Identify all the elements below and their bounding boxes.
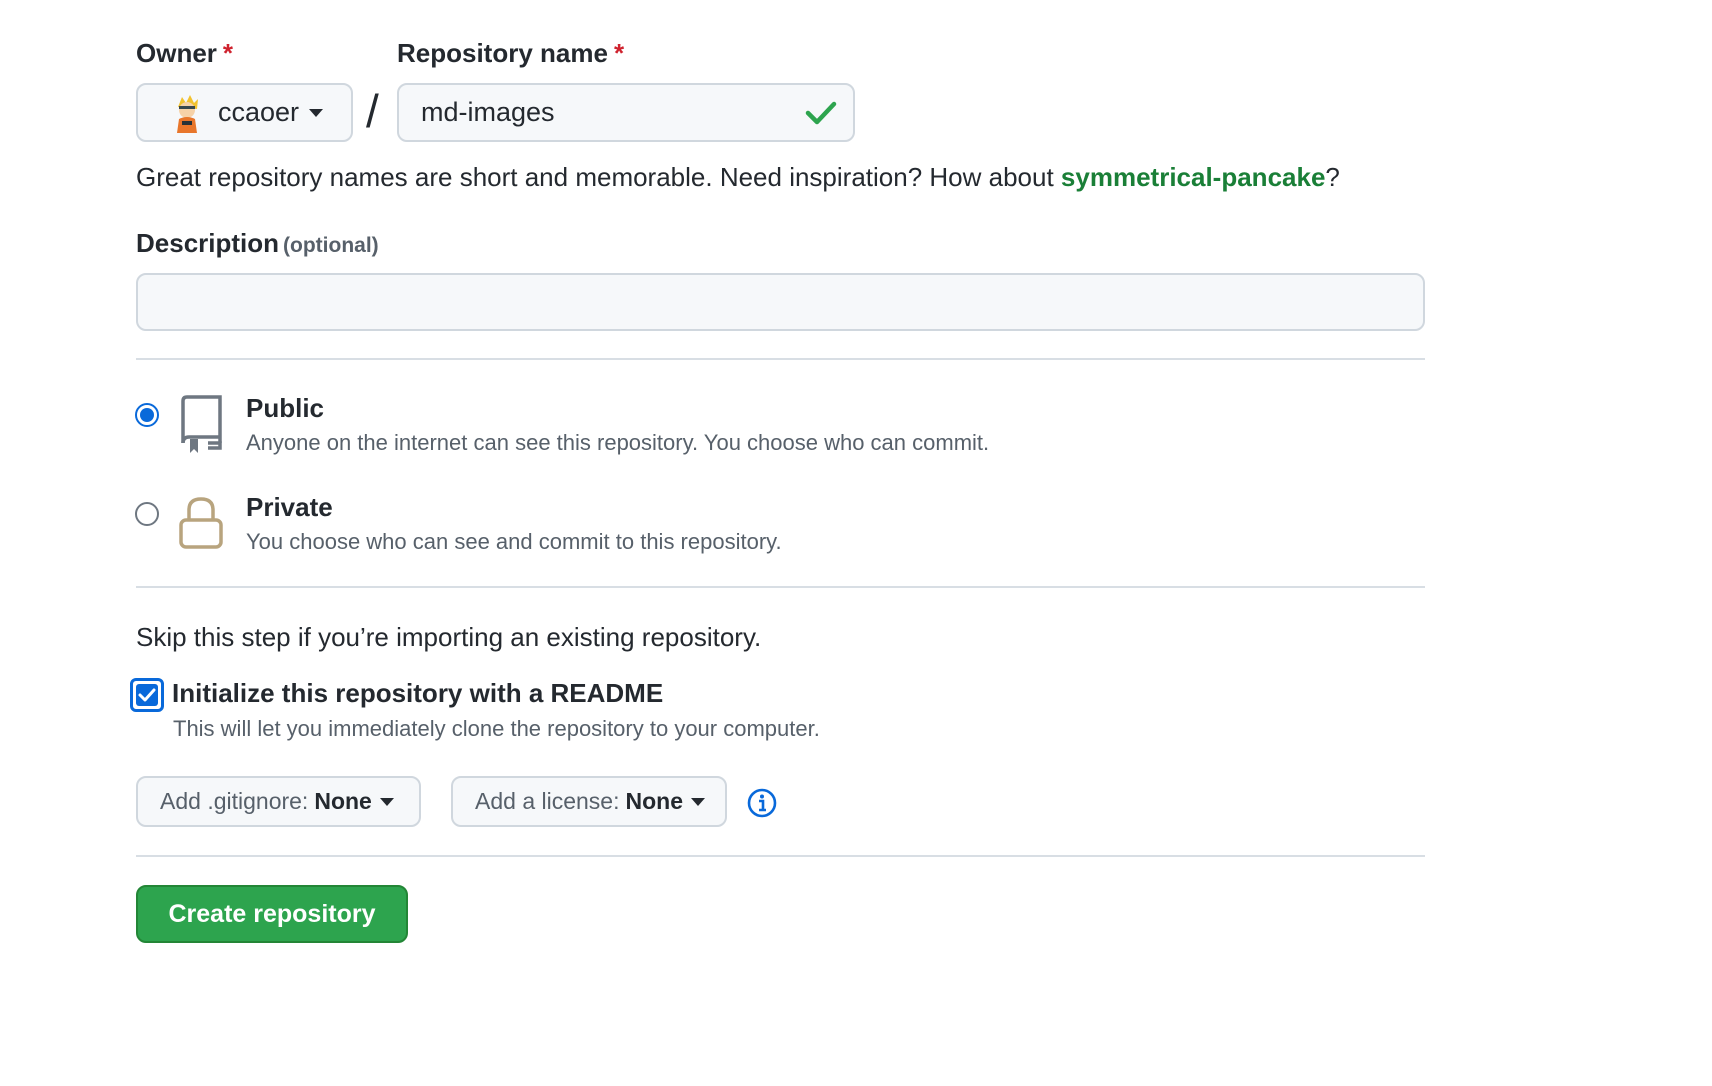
license-prefix: Add a license:	[475, 788, 620, 814]
public-description: Anyone on the internet can see this repo…	[246, 430, 990, 455]
gitignore-prefix: Add .gitignore:	[160, 788, 309, 814]
private-title: Private	[246, 492, 333, 522]
readme-description: This will let you immediately clone the …	[173, 716, 820, 741]
check-icon	[805, 101, 837, 124]
owner-label: Owner *	[136, 38, 233, 69]
owner-name: ccaoer	[218, 97, 300, 127]
lock-icon	[179, 497, 223, 549]
public-title: Public	[246, 393, 325, 423]
license-select-button[interactable]: Add a license: None	[451, 776, 727, 827]
gitignore-value: None	[314, 788, 372, 814]
private-description: You choose who can see and commit to thi…	[246, 529, 782, 554]
caret-down-icon	[690, 797, 705, 806]
caret-down-icon	[309, 108, 324, 117]
description-optional: (optional)	[283, 234, 379, 257]
name-suggestion-link[interactable]: symmetrical-pancake	[1061, 162, 1325, 192]
repo-icon	[181, 395, 222, 453]
divider	[136, 358, 1425, 360]
check-icon	[138, 688, 156, 702]
repo-name-hint: Great repository names are short and mem…	[136, 162, 1340, 193]
divider	[136, 855, 1425, 857]
repo-name-required-mark: *	[613, 38, 625, 68]
repo-name-input[interactable]: md-images	[397, 83, 855, 142]
skip-step-text: Skip this step if you’re importing an ex…	[136, 622, 762, 652]
repo-name-value[interactable]: md-images	[421, 97, 805, 128]
caret-down-icon	[379, 797, 394, 806]
owner-label-text: Owner	[136, 38, 217, 68]
avatar	[177, 94, 198, 133]
public-radio[interactable]	[135, 403, 159, 427]
checkbox-fill	[136, 684, 158, 706]
repo-name-label: Repository name *	[397, 38, 624, 69]
description-label-text: Description	[136, 228, 280, 258]
hint-prefix: Great repository names are short and mem…	[136, 162, 1061, 192]
description-label: Description (optional)	[136, 228, 379, 259]
readme-title[interactable]: Initialize this repository with a README	[172, 678, 663, 709]
info-icon[interactable]	[746, 787, 778, 819]
hint-suffix: ?	[1325, 162, 1340, 192]
license-value: None	[625, 788, 683, 814]
owner-select-button[interactable]: ccaoer	[136, 83, 353, 142]
private-radio[interactable]	[135, 502, 159, 526]
owner-repo-separator: /	[366, 85, 379, 137]
readme-checkbox[interactable]	[130, 678, 164, 712]
repo-name-label-text: Repository name	[397, 38, 608, 68]
divider	[136, 586, 1425, 588]
gitignore-select-button[interactable]: Add .gitignore: None	[136, 776, 421, 827]
create-repository-button[interactable]: Create repository	[136, 885, 408, 943]
owner-required-mark: *	[222, 38, 234, 68]
description-input[interactable]	[136, 273, 1425, 331]
